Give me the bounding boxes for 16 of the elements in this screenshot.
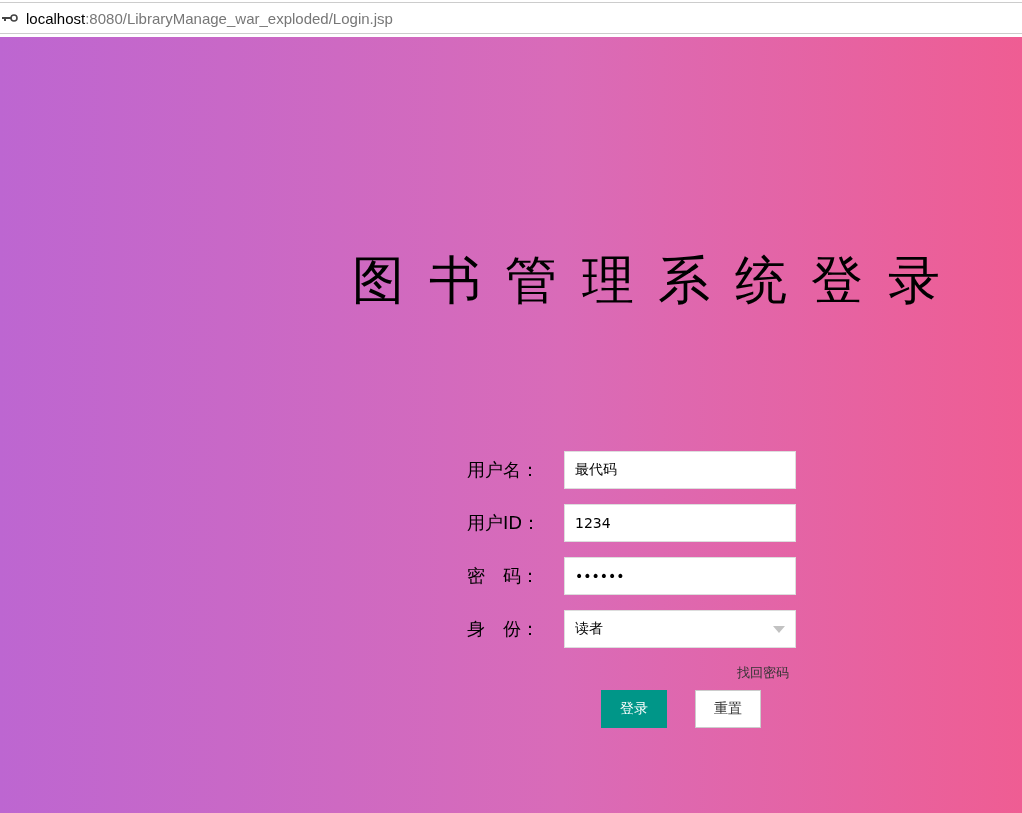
reset-button[interactable]: 重置 xyxy=(695,690,761,728)
role-select[interactable]: 读者 xyxy=(564,610,796,648)
input-field[interactable]: 1234 xyxy=(564,504,796,542)
input-field[interactable]: 最代码 xyxy=(564,451,796,489)
url-text: localhost:8080/LibraryManage_war_exploded/Login.jsp xyxy=(26,9,393,27)
login-button[interactable]: 登录 xyxy=(601,690,667,728)
field-label: 用户名： xyxy=(467,458,540,482)
password-field[interactable]: •••••• xyxy=(564,557,796,595)
address-bar[interactable]: localhost:8080/LibraryManage_war_exploded/Login.jsp xyxy=(0,2,1022,34)
forgot-password-link[interactable]: 找回密码 xyxy=(737,664,789,682)
field-label: 身 份： xyxy=(467,617,540,641)
field-label: 密 码： xyxy=(467,564,540,588)
caret-icon xyxy=(773,625,785,633)
key-icon xyxy=(2,14,18,22)
page-title: 图 书 管 理 系 统 登 录 xyxy=(352,249,944,312)
field-label: 用户ID： xyxy=(467,511,542,535)
